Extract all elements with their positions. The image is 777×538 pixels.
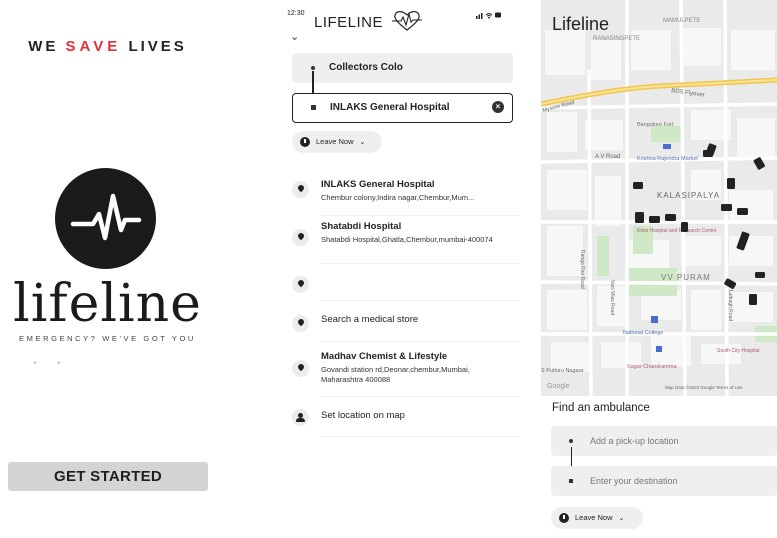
sheet-title: Find an ambulance — [552, 402, 650, 414]
map-label: Bangalore Fort — [637, 122, 674, 128]
divider — [320, 215, 520, 216]
map-label: Krishna Rajendra Market — [637, 156, 698, 162]
divider — [320, 436, 520, 437]
app-title: LIFELINE — [314, 14, 384, 31]
leave-now-selector[interactable]: Leave Now ⌄ — [292, 131, 382, 153]
close-icon[interactable]: × — [492, 101, 504, 113]
ambulance-icon — [703, 150, 713, 157]
chevron-down-icon[interactable]: ⌄ — [290, 30, 299, 43]
hospital-marker-icon — [656, 346, 662, 352]
divider — [320, 396, 520, 397]
search-medical-store[interactable]: Search a medical store — [292, 313, 520, 333]
route-search-screen: 12:30 LIFELINE ⌄ Collectors Colo INLAKS … — [280, 0, 525, 538]
result-title: Madhav Chemist & Lifestyle — [321, 351, 448, 362]
result-subtitle: Govandi station rd,Deonar,chembur,Mumbai… — [321, 365, 470, 384]
list-item[interactable] — [292, 274, 520, 294]
result-title: Search a medical store — [321, 314, 419, 325]
map-label: S Putturu Nagara — [541, 368, 584, 374]
origin-dot-icon — [311, 66, 315, 70]
map-label: KALASIPALYA — [657, 191, 720, 200]
chevron-down-icon: ⌄ — [359, 139, 366, 146]
tagline: WE SAVE LIVES — [0, 38, 215, 55]
origin-field[interactable]: Collectors Colo — [292, 53, 513, 83]
tagline-part1: WE — [28, 38, 66, 55]
ambulance-icon — [635, 212, 644, 223]
destination-square-icon — [569, 479, 573, 483]
page-indicator: • • — [34, 361, 70, 367]
ambulance-icon — [755, 272, 765, 278]
app-title: Lifeline — [552, 14, 610, 34]
destination-field[interactable]: INLAKS General Hospital × — [292, 93, 513, 123]
tagline-part2: LIVES — [128, 38, 187, 55]
list-item[interactable]: Madhav Chemist & Lifestyle Govandi stati… — [292, 351, 520, 391]
status-icons — [476, 11, 502, 21]
result-title: Set location on map — [321, 410, 405, 421]
person-pin-icon — [292, 409, 309, 426]
destination-value: INLAKS General Hospital — [330, 102, 450, 113]
destination-placeholder: Enter your destination — [590, 476, 678, 486]
divider — [320, 300, 520, 301]
map-label: MAMULPETE — [663, 18, 700, 24]
divider — [320, 263, 520, 264]
location-pin-icon — [292, 229, 309, 246]
ambulance-icon — [749, 294, 757, 305]
result-subtitle: Shatabdi Hospital,Ghatla,Chembur,mumbai-… — [321, 235, 493, 244]
leave-now-label: Leave Now — [316, 137, 354, 146]
result-title: INLAKS General Hospital — [321, 179, 435, 190]
ambulance-icon — [721, 204, 732, 211]
leave-now-label: Leave Now — [575, 513, 613, 522]
splash-screen: WE SAVE LIVES lifeline EMERGENCY? WE'VE … — [0, 0, 262, 538]
destination-square-icon — [311, 105, 316, 110]
location-pin-icon — [292, 181, 309, 198]
ambulance-icon — [727, 178, 735, 189]
ambulance-icon — [681, 222, 688, 232]
map-label: Kims Hospital and Research Centre — [637, 228, 717, 234]
map-label: Sagar Chandramma — [627, 364, 677, 370]
map-label: Map Data ©2023 Google Terms of Use — [665, 384, 743, 390]
origin-value: Collectors Colo — [329, 62, 403, 73]
ambulance-icon — [633, 182, 643, 189]
heart-pulse-icon — [392, 11, 422, 31]
brand-name: lifeline — [13, 274, 202, 334]
destination-input[interactable]: Enter your destination — [551, 466, 777, 496]
map-label: Lalbagh Road — [727, 290, 733, 321]
map-label: A V Road — [595, 154, 620, 160]
leave-now-selector[interactable]: Leave Now ⌄ — [551, 507, 643, 529]
brand-subtitle: EMERGENCY? WE'VE GOT YOU — [19, 334, 196, 343]
clock-icon — [300, 137, 310, 147]
location-pin-icon — [292, 315, 309, 332]
list-item[interactable]: INLAKS General Hospital Chembur colony,I… — [292, 179, 520, 213]
result-subtitle: Chembur colony,Indira nagar,Chembur,Mum.… — [321, 193, 475, 202]
map-label: South City Hospital — [717, 348, 760, 354]
result-title: Shatabdi Hospital — [321, 221, 402, 232]
location-pin-icon — [292, 276, 309, 293]
list-item[interactable]: Shatabdi Hospital Shatabdi Hospital,Ghat… — [292, 221, 520, 261]
pickup-input[interactable]: Add a pick-up location — [551, 426, 777, 456]
map-label: Google — [547, 383, 570, 390]
map-label: Vani Vilas Road — [609, 280, 615, 315]
map-label: Ranga Rao Road — [579, 250, 585, 289]
hospital-marker-icon — [651, 316, 658, 323]
location-pin-icon — [292, 360, 309, 377]
map-label: National College — [623, 330, 663, 336]
status-time: 12:30 — [287, 10, 305, 17]
clock-icon — [559, 513, 569, 523]
map-screen: MAMULPETE RANASINGPETE BDS Flyover Banga… — [541, 0, 777, 538]
find-ambulance-sheet: Find an ambulance Add a pick-up location… — [541, 396, 777, 538]
ambulance-icon — [649, 216, 660, 223]
ambulance-icon — [737, 208, 748, 215]
get-started-button[interactable]: GET STARTED — [8, 462, 208, 491]
chevron-down-icon: ⌄ — [618, 515, 625, 522]
map-label: RANASINGPETE — [593, 36, 640, 42]
ambulance-icon — [665, 214, 676, 221]
map-label: VV PURAM — [661, 273, 711, 282]
pickup-placeholder: Add a pick-up location — [590, 436, 679, 446]
pickup-dot-icon — [569, 439, 573, 443]
set-location-on-map[interactable]: Set location on map — [292, 409, 520, 430]
tagline-highlight: SAVE — [65, 38, 122, 55]
divider — [320, 341, 520, 342]
hospital-marker-icon — [663, 144, 671, 149]
city-map[interactable]: MAMULPETE RANASINGPETE BDS Flyover Banga… — [541, 0, 777, 396]
heartbeat-logo-icon — [55, 168, 156, 269]
